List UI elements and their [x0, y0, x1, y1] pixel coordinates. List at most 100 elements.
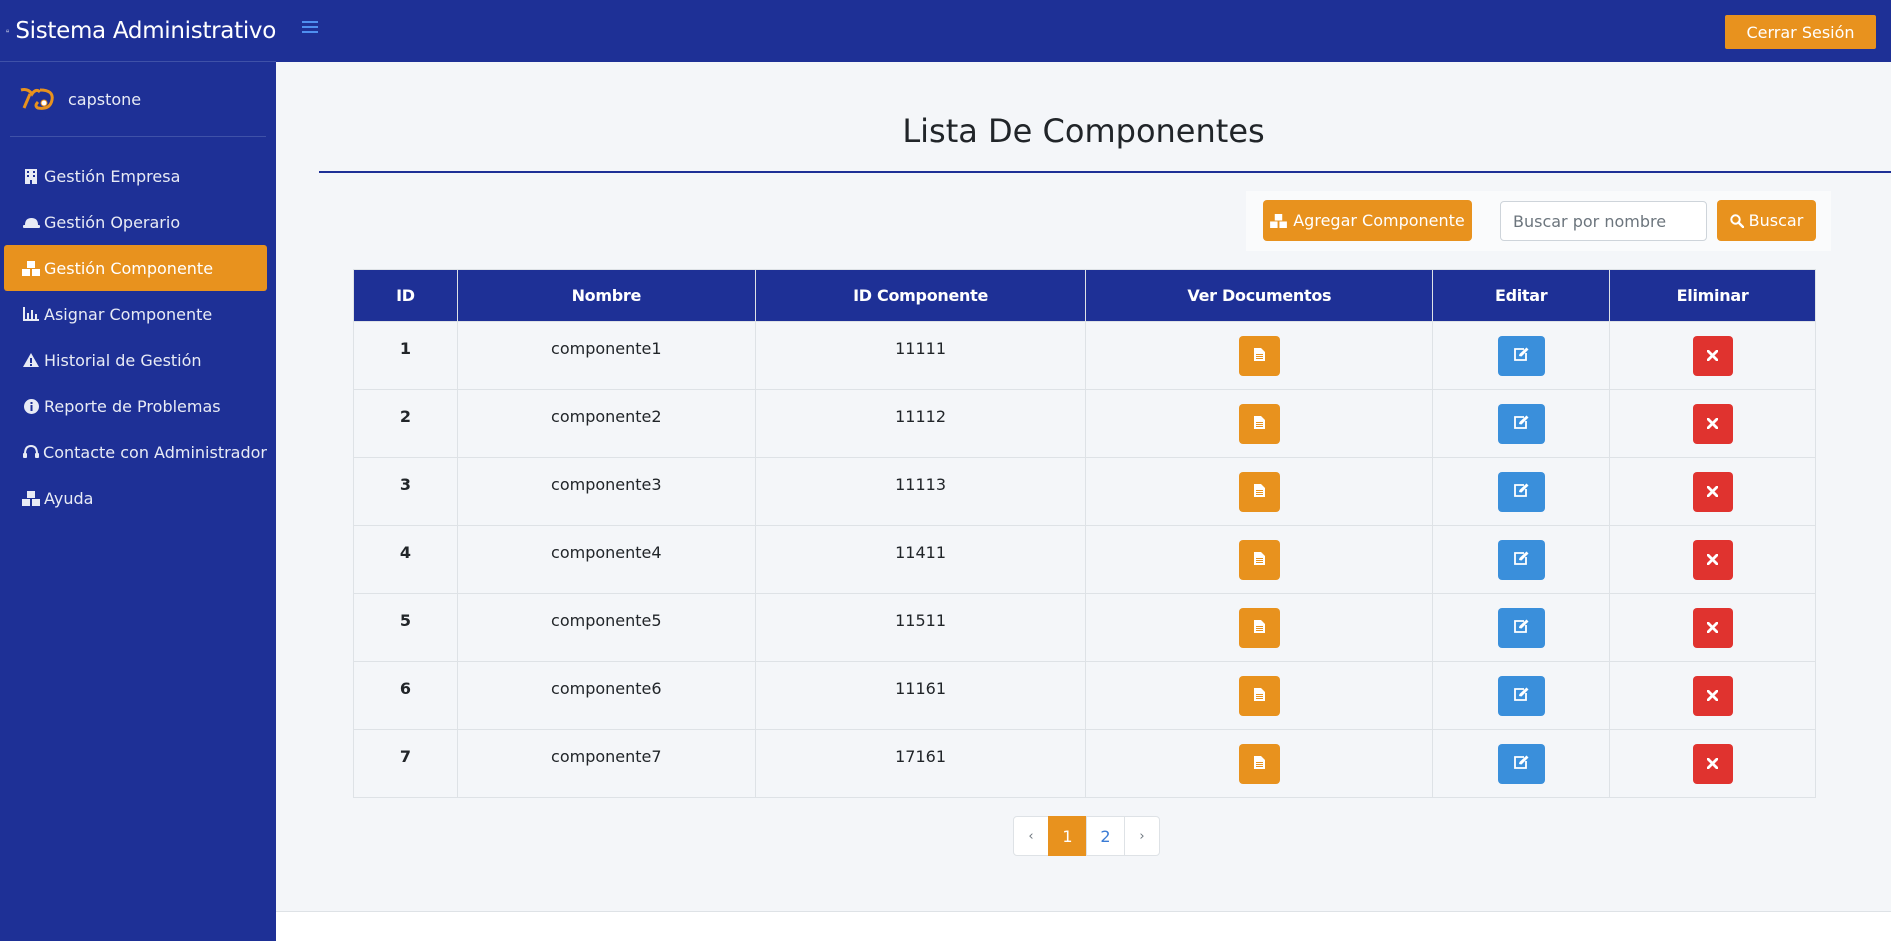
sidebar-item-gestion-operario[interactable]: Gestión Operario	[4, 199, 267, 245]
headset-icon	[22, 444, 39, 460]
table-row: 6 componente6 11161	[353, 661, 1816, 730]
cell-id: 2	[353, 389, 458, 458]
cell-eliminar	[1609, 525, 1816, 594]
app-title: Sistema Administrativo	[15, 17, 276, 44]
view-documents-button[interactable]	[1238, 336, 1280, 376]
close-icon	[1706, 417, 1719, 432]
cell-editar	[1432, 457, 1611, 526]
user-logo-icon	[20, 88, 54, 110]
sidebar-item-ayuda[interactable]: Ayuda	[4, 475, 267, 521]
sidebar: Sistema Administrativo capstone Gestión …	[0, 0, 276, 941]
delete-button[interactable]	[1692, 404, 1733, 444]
sidebar-item-label: Contacte con Administrador	[43, 442, 267, 462]
cell-id: 3	[353, 457, 458, 526]
edit-button[interactable]	[1497, 608, 1545, 648]
edit-button[interactable]	[1497, 744, 1545, 784]
delete-button[interactable]	[1692, 336, 1733, 376]
add-component-label: Agregar Componente	[1293, 211, 1465, 230]
pagination-next[interactable]: ›	[1124, 816, 1160, 856]
boxes-icon	[1270, 213, 1288, 228]
search-button[interactable]: Buscar	[1717, 200, 1816, 241]
sidebar-nav: Gestión Empresa Gestión Operario Gestión…	[0, 153, 276, 521]
pagination-page-2[interactable]: 2	[1086, 816, 1125, 856]
cell-editar	[1432, 729, 1611, 798]
close-icon	[1706, 757, 1719, 772]
view-documents-button[interactable]	[1238, 472, 1280, 512]
edit-button[interactable]	[1497, 540, 1545, 580]
view-documents-button[interactable]	[1238, 540, 1280, 580]
toolbar: Agregar Componente Buscar	[1246, 191, 1831, 251]
cell-ver-documentos	[1085, 729, 1434, 798]
table-row: 1 componente1 11111	[353, 321, 1816, 390]
edit-icon	[1513, 687, 1529, 705]
cell-editar	[1432, 593, 1611, 662]
file-icon	[1253, 484, 1265, 500]
add-component-button[interactable]: Agregar Componente	[1263, 200, 1472, 241]
cell-nombre: componente5	[456, 593, 756, 662]
cell-eliminar	[1609, 321, 1816, 390]
sidebar-item-reporte-problemas[interactable]: Reporte de Problemas	[4, 383, 267, 429]
edit-icon	[1513, 347, 1529, 365]
sidebar-item-gestion-componente[interactable]: Gestión Componente	[4, 245, 267, 291]
brand[interactable]: Sistema Administrativo	[0, 0, 276, 62]
view-documents-button[interactable]	[1238, 676, 1280, 716]
edit-icon	[1513, 415, 1529, 433]
cell-nombre: componente2	[456, 389, 756, 458]
table-row: 3 componente3 11113	[353, 457, 1816, 526]
column-header-eliminar: Eliminar	[1609, 269, 1816, 322]
components-table: ID Nombre ID Componente Ver Documentos E…	[353, 269, 1816, 798]
info-icon	[22, 398, 40, 414]
cell-id-componente: 11411	[754, 525, 1087, 594]
table-row: 5 componente5 11511	[353, 593, 1816, 662]
cell-ver-documentos	[1085, 389, 1434, 458]
sidebar-item-gestion-empresa[interactable]: Gestión Empresa	[4, 153, 267, 199]
delete-button[interactable]	[1692, 744, 1733, 784]
top-navbar: Cerrar Sesión	[276, 0, 1891, 62]
sidebar-item-label: Gestión Operario	[44, 212, 181, 232]
building-icon	[22, 168, 40, 184]
view-documents-button[interactable]	[1238, 404, 1280, 444]
delete-button[interactable]	[1692, 472, 1733, 512]
page-title: Lista De Componentes	[902, 112, 1265, 150]
cell-nombre: componente4	[456, 525, 756, 594]
table-header-row: ID Nombre ID Componente Ver Documentos E…	[353, 269, 1816, 322]
hard-hat-icon	[22, 214, 40, 230]
sidebar-item-label: Asignar Componente	[44, 304, 213, 324]
column-header-editar: Editar	[1432, 269, 1611, 322]
edit-button[interactable]	[1497, 676, 1545, 716]
cell-editar	[1432, 525, 1611, 594]
delete-button[interactable]	[1692, 540, 1733, 580]
edit-icon	[1513, 551, 1529, 569]
cell-id: 5	[353, 593, 458, 662]
main-content: Lista De Componentes Agregar Componente …	[276, 62, 1891, 911]
edit-button[interactable]	[1497, 472, 1545, 512]
delete-button[interactable]	[1692, 608, 1733, 648]
cell-eliminar	[1609, 389, 1816, 458]
user-name[interactable]: capstone	[68, 90, 141, 109]
view-documents-button[interactable]	[1238, 608, 1280, 648]
warning-icon	[22, 352, 40, 368]
sidebar-item-label: Reporte de Problemas	[44, 396, 221, 416]
menu-toggle-icon[interactable]	[302, 21, 318, 35]
footer	[276, 911, 1891, 941]
sidebar-item-contacte-administrador[interactable]: Contacte con Administrador	[4, 429, 267, 475]
cell-id-componente: 17161	[754, 729, 1087, 798]
delete-button[interactable]	[1692, 676, 1733, 716]
view-documents-button[interactable]	[1238, 744, 1280, 784]
search-input[interactable]	[1500, 201, 1707, 241]
sidebar-item-asignar-componente[interactable]: Asignar Componente	[4, 291, 267, 337]
pagination-page-1[interactable]: 1	[1048, 816, 1087, 856]
cell-eliminar	[1609, 661, 1816, 730]
cell-ver-documentos	[1085, 661, 1434, 730]
close-icon	[1706, 689, 1719, 704]
edit-button[interactable]	[1497, 404, 1545, 444]
edit-icon	[1513, 755, 1529, 773]
logout-button[interactable]: Cerrar Sesión	[1725, 15, 1876, 49]
table-row: 4 componente4 11411	[353, 525, 1816, 594]
file-icon	[1253, 688, 1265, 704]
avatar[interactable]	[18, 79, 58, 119]
bar-chart-icon	[22, 306, 40, 322]
sidebar-item-historial-gestion[interactable]: Historial de Gestión	[4, 337, 267, 383]
pagination-prev[interactable]: ‹	[1013, 816, 1049, 856]
edit-button[interactable]	[1497, 336, 1545, 376]
